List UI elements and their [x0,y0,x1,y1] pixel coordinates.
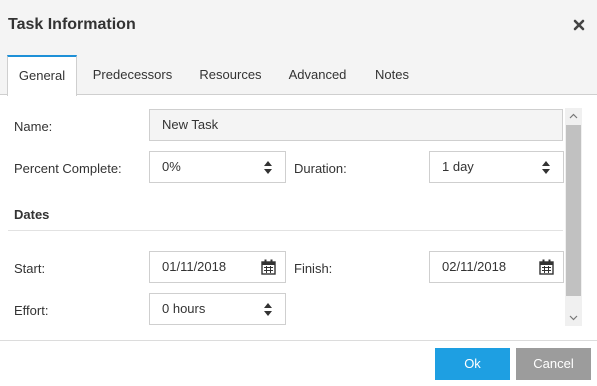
tab-bar: General Predecessors Resources Advanced … [0,55,597,96]
effort-stepper[interactable]: 0 hours [149,293,286,325]
name-label: Name: [14,119,53,134]
finish-date-value: 02/11/2018 [442,259,507,274]
task-information-dialog: Task Information General Predecessors Re… [0,0,597,386]
start-label: Start: [14,261,46,276]
dates-section-title: Dates [14,207,50,222]
name-input[interactable]: New Task [149,109,563,141]
general-tab-content: Name: New Task Percent Complete: 0% Dura… [0,96,597,340]
dialog-title: Task Information [8,16,136,33]
start-date-picker[interactable]: 01/11/2018 [149,251,286,283]
percent-complete-label: Percent Complete: [14,161,122,176]
close-icon[interactable] [571,17,587,33]
percent-complete-stepper[interactable]: 0% [149,151,286,183]
ok-button[interactable]: Ok [435,348,510,380]
tab-resources[interactable]: Resources [192,55,269,95]
chevron-up-icon[interactable] [565,108,582,125]
vertical-scrollbar[interactable] [565,108,582,326]
tab-predecessors[interactable]: Predecessors [84,55,181,95]
spinner-arrows-icon[interactable] [263,301,273,318]
spinner-arrows-icon[interactable] [263,159,273,176]
duration-label: Duration: [294,161,347,176]
chevron-down-icon[interactable] [565,309,582,326]
cancel-button[interactable]: Cancel [516,348,591,380]
footer-divider [0,340,597,341]
tab-notes[interactable]: Notes [366,55,418,95]
tab-general[interactable]: General [7,55,77,96]
effort-value: 0 hours [162,301,206,316]
tab-advanced[interactable]: Advanced [280,55,355,95]
calendar-icon[interactable] [261,259,276,275]
dialog-titlebar: Task Information [0,0,597,55]
duration-value: 1 day [442,159,474,174]
finish-date-picker[interactable]: 02/11/2018 [429,251,564,283]
section-divider [8,230,563,231]
effort-label: Effort: [14,303,49,318]
spinner-arrows-icon[interactable] [541,159,551,176]
scrollbar-thumb[interactable] [566,125,581,296]
name-value: New Task [162,117,219,132]
duration-stepper[interactable]: 1 day [429,151,564,183]
finish-label: Finish: [294,261,333,276]
start-date-value: 01/11/2018 [162,259,227,274]
percent-complete-value: 0% [162,159,181,174]
calendar-icon[interactable] [539,259,554,275]
